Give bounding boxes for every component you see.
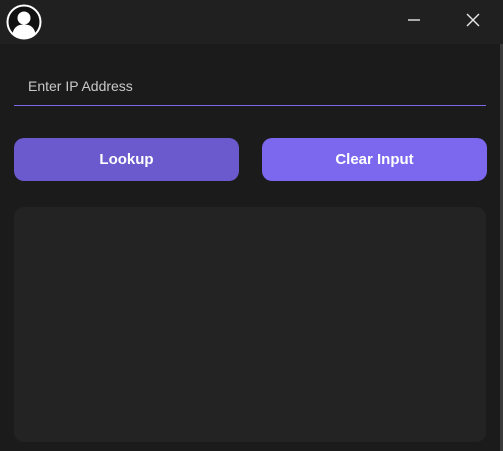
minimize-icon — [408, 19, 420, 21]
ip-address-input[interactable] — [14, 66, 486, 105]
close-button[interactable] — [450, 0, 496, 40]
app-window: Lookup Clear Input — [0, 0, 503, 451]
user-avatar-icon — [6, 4, 42, 40]
lookup-button[interactable]: Lookup — [14, 138, 239, 181]
lookup-button-label: Lookup — [99, 151, 154, 168]
ip-address-field[interactable] — [14, 66, 486, 106]
clear-input-button[interactable]: Clear Input — [262, 138, 487, 181]
clear-input-button-label: Clear Input — [335, 151, 414, 168]
minimize-button[interactable] — [391, 0, 437, 40]
title-bar[interactable] — [0, 0, 503, 44]
close-icon — [466, 13, 480, 27]
result-output-panel[interactable] — [14, 207, 486, 442]
